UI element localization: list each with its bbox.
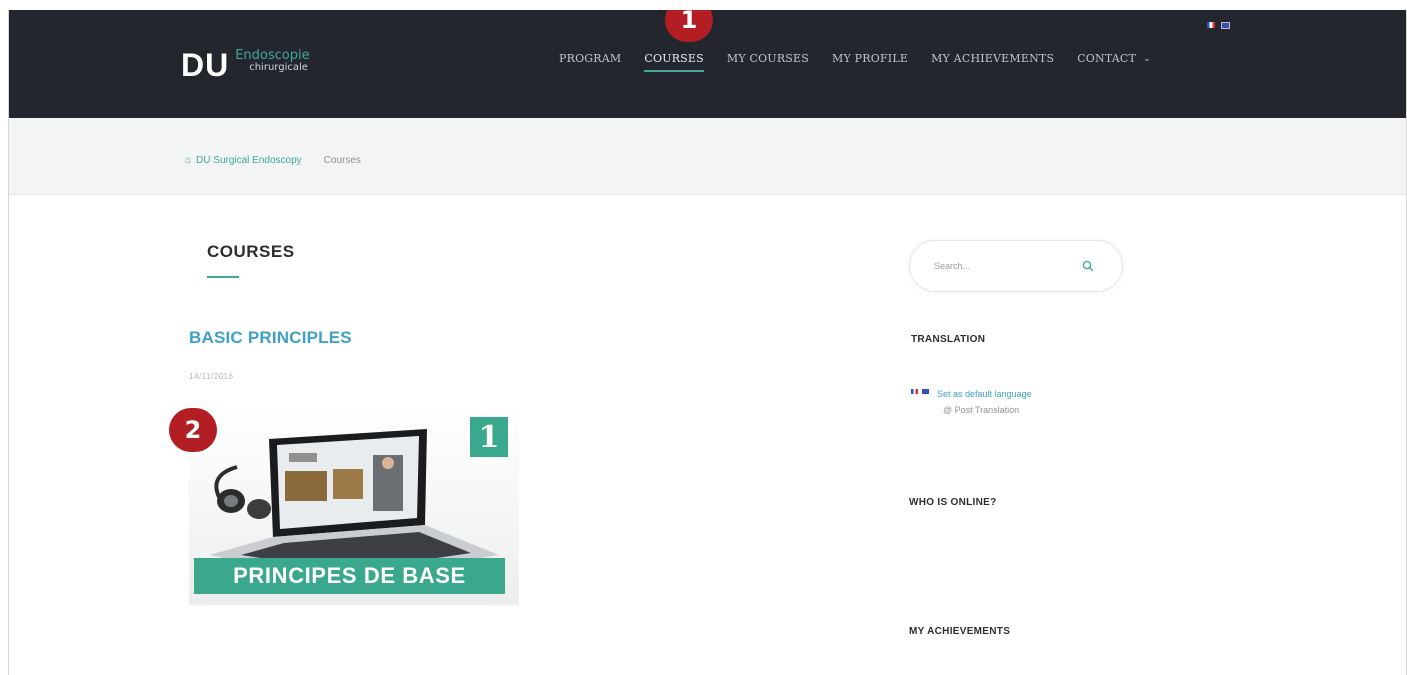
language-switcher — [1207, 22, 1230, 29]
nav-my-courses[interactable]: MY COURSES — [727, 52, 809, 65]
course-thumbnail-banner: PRINCIPES DE BASE — [194, 558, 505, 594]
french-flag-icon[interactable] — [1207, 22, 1215, 28]
course-title-link[interactable]: BASIC PRINCIPLES — [189, 328, 352, 348]
translation-note: @ Post Translation — [943, 405, 1020, 415]
logo-text: DU — [181, 47, 230, 83]
chevron-down-icon[interactable]: ⌄ — [1143, 53, 1151, 64]
my-achievements-heading: MY ACHIEVEMENTS — [909, 626, 1011, 637]
breadcrumb-current: Courses — [323, 155, 361, 166]
nav-courses[interactable]: COURSES — [644, 52, 704, 72]
nav-program[interactable]: PROGRAM — [559, 52, 621, 65]
translation-text: Set as default language @ Post Translati… — [937, 386, 1032, 418]
who-is-online-heading: WHO IS ONLINE? — [909, 497, 997, 508]
nav-my-profile[interactable]: MY PROFILE — [832, 52, 908, 65]
site-logo[interactable]: DU Endoscopie chirurgicale — [181, 46, 310, 90]
french-flag-icon — [911, 389, 918, 394]
home-icon[interactable]: ⌂ — [185, 155, 191, 166]
course-number-badge: 1 — [470, 417, 508, 457]
logo-subtitle: Endoscopie chirurgicale — [235, 48, 310, 74]
english-flag-icon — [922, 389, 929, 394]
nav-my-achievements[interactable]: MY ACHIEVEMENTS — [931, 52, 1054, 65]
english-flag-icon[interactable] — [1221, 22, 1230, 29]
translation-flags — [911, 389, 929, 394]
browser-frame: DU Endoscopie chirurgicale PROGRAM COURS… — [8, 10, 1407, 675]
annotation-badge-2: 2 — [169, 408, 217, 452]
course-thumbnail[interactable]: 1 PRINCIPES DE BASE — [189, 405, 519, 605]
logo-subtitle-line2: chirurgicale — [249, 62, 308, 73]
breadcrumb: ⌂ DU Surgical Endoscopy Courses — [185, 155, 361, 166]
set-default-language-link[interactable]: Set as default language — [937, 386, 1032, 402]
search-box — [909, 240, 1123, 292]
nav-contact[interactable]: CONTACT — [1077, 52, 1136, 65]
main-nav: PROGRAM COURSES MY COURSES MY PROFILE MY… — [559, 52, 1151, 72]
breadcrumb-home-link[interactable]: DU Surgical Endoscopy — [196, 155, 302, 166]
translation-heading: TRANSLATION — [911, 334, 986, 345]
logo-subtitle-line1: Endoscopie — [235, 48, 310, 63]
title-underline — [207, 276, 239, 278]
page-title: COURSES — [207, 242, 295, 261]
translation-widget: Set as default language @ Post Translati… — [911, 386, 1032, 418]
course-date: 14/11/2016 — [189, 372, 234, 381]
search-input[interactable] — [932, 255, 1076, 277]
breadcrumb-bar: ⌂ DU Surgical Endoscopy Courses — [9, 118, 1406, 195]
search-icon[interactable] — [1082, 259, 1094, 277]
